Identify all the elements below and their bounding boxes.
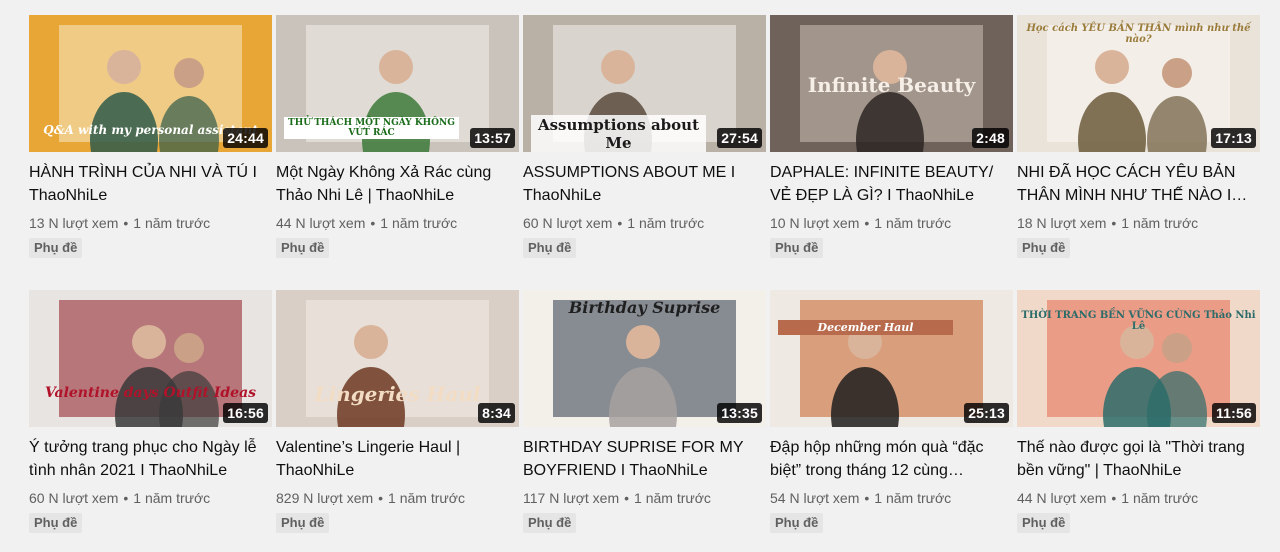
subtitles-badge: Phụ đề xyxy=(276,238,330,258)
video-card-2[interactable]: THỬ THÁCH MỘT NGÀY KHÔNG VỨT RÁC 13:57 M… xyxy=(276,15,519,258)
subtitles-badge: Phụ đề xyxy=(770,238,824,258)
upload-age: 1 năm trước xyxy=(133,490,211,506)
meta-separator: • xyxy=(864,215,870,231)
meta-separator: • xyxy=(1111,490,1117,506)
video-title[interactable]: Đập hộp những món quà “đặc biệt” trong t… xyxy=(770,436,1013,482)
video-meta: 829 N lượt xem • 1 năm trước xyxy=(276,489,519,507)
view-count: 13 N lượt xem xyxy=(29,215,119,231)
subtitles-badge: Phụ đề xyxy=(523,238,577,258)
video-thumbnail[interactable]: Q&A with my personal assistant 24:44 xyxy=(29,15,272,152)
meta-separator: • xyxy=(1111,215,1117,231)
view-count: 44 N lượt xem xyxy=(1017,490,1107,506)
upload-age: 1 năm trước xyxy=(388,490,465,506)
video-title[interactable]: DAPHALE: INFINITE BEAUTY/ VẺ ĐẸP LÀ GÌ? … xyxy=(770,161,1013,207)
meta-separator: • xyxy=(624,490,630,506)
video-title[interactable]: Ý tưởng trang phục cho Ngày lễ tình nhân… xyxy=(29,436,272,482)
subtitles-badge: Phụ đề xyxy=(276,513,330,533)
video-card-8[interactable]: Birthday Suprise 13:35 BIRTHDAY SUPRISE … xyxy=(523,290,766,533)
view-count: 18 N lượt xem xyxy=(1017,215,1107,231)
video-grid: Q&A with my personal assistant 24:44 HÀN… xyxy=(0,0,1280,552)
video-title[interactable]: Một Ngày Không Xả Rác cùng Thảo Nhi Lê |… xyxy=(276,161,519,207)
upload-age: 1 năm trước xyxy=(1121,490,1199,506)
video-meta: 44 N lượt xem • 1 năm trước xyxy=(276,214,519,232)
view-count: 117 N lượt xem xyxy=(523,490,620,506)
video-thumbnail[interactable]: THỬ THÁCH MỘT NGÀY KHÔNG VỨT RÁC 13:57 xyxy=(276,15,519,152)
view-count: 60 N lượt xem xyxy=(523,215,613,231)
video-meta: 117 N lượt xem • 1 năm trước xyxy=(523,489,766,507)
duration-badge: 17:13 xyxy=(1211,128,1256,148)
video-title[interactable]: Valentine’s Lingerie Haul | ThaoNhiLe xyxy=(276,436,519,482)
duration-badge: 8:34 xyxy=(478,403,515,423)
video-card-9[interactable]: December Haul 25:13 Đập hộp những món qu… xyxy=(770,290,1013,533)
video-card-7[interactable]: Lingeries Haul 8:34 Valentine’s Lingerie… xyxy=(276,290,519,533)
video-card-6[interactable]: Valentine days Outfit Ideas 16:56 Ý tưởn… xyxy=(29,290,272,533)
video-title[interactable]: Thế nào được gọi là "Thời trang bền vững… xyxy=(1017,436,1260,482)
video-thumbnail[interactable]: Valentine days Outfit Ideas 16:56 xyxy=(29,290,272,427)
video-thumbnail[interactable]: December Haul 25:13 xyxy=(770,290,1013,427)
video-meta: 18 N lượt xem • 1 năm trước xyxy=(1017,214,1260,232)
video-card-4[interactable]: Infinite Beauty 2:48 DAPHALE: INFINITE B… xyxy=(770,15,1013,258)
view-count: 54 N lượt xem xyxy=(770,490,860,506)
upload-age: 1 năm trước xyxy=(874,215,952,231)
video-thumbnail[interactable]: THỜI TRANG BỀN VỮNG CÙNG Thảo Nhi Lê 11:… xyxy=(1017,290,1260,427)
video-thumbnail[interactable]: Birthday Suprise 13:35 xyxy=(523,290,766,427)
duration-badge: 13:35 xyxy=(717,403,762,423)
meta-separator: • xyxy=(370,215,376,231)
subtitles-badge: Phụ đề xyxy=(29,513,83,533)
video-card-3[interactable]: Assumptions about Me 27:54 ASSUMPTIONS A… xyxy=(523,15,766,258)
video-title[interactable]: BIRTHDAY SUPRISE FOR MY BOYFRIEND I Thao… xyxy=(523,436,766,482)
upload-age: 1 năm trước xyxy=(1121,215,1199,231)
meta-separator: • xyxy=(617,215,623,231)
subtitles-badge: Phụ đề xyxy=(523,513,577,533)
video-thumbnail[interactable]: Infinite Beauty 2:48 xyxy=(770,15,1013,152)
video-meta: 44 N lượt xem • 1 năm trước xyxy=(1017,489,1260,507)
duration-badge: 27:54 xyxy=(717,128,762,148)
duration-badge: 16:56 xyxy=(223,403,268,423)
video-meta: 60 N lượt xem • 1 năm trước xyxy=(523,214,766,232)
meta-separator: • xyxy=(123,490,129,506)
upload-age: 1 năm trước xyxy=(634,490,711,506)
video-thumbnail[interactable]: Lingeries Haul 8:34 xyxy=(276,290,519,427)
video-title[interactable]: ASSUMPTIONS ABOUT ME I ThaoNhiLe xyxy=(523,161,766,207)
duration-badge: 24:44 xyxy=(223,128,268,148)
duration-badge: 2:48 xyxy=(972,128,1009,148)
meta-separator: • xyxy=(378,490,384,506)
view-count: 44 N lượt xem xyxy=(276,215,366,231)
upload-age: 1 năm trước xyxy=(627,215,705,231)
video-card-1[interactable]: Q&A with my personal assistant 24:44 HÀN… xyxy=(29,15,272,258)
view-count: 829 N lượt xem xyxy=(276,490,374,506)
subtitles-badge: Phụ đề xyxy=(1017,513,1071,533)
video-card-10[interactable]: THỜI TRANG BỀN VỮNG CÙNG Thảo Nhi Lê 11:… xyxy=(1017,290,1260,533)
video-card-5[interactable]: Học cách YÊU BẢN THÂN mình như thế nào? … xyxy=(1017,15,1260,258)
duration-badge: 13:57 xyxy=(470,128,515,148)
upload-age: 1 năm trước xyxy=(874,490,952,506)
video-thumbnail[interactable]: Học cách YÊU BẢN THÂN mình như thế nào? … xyxy=(1017,15,1260,152)
view-count: 10 N lượt xem xyxy=(770,215,860,231)
video-meta: 54 N lượt xem • 1 năm trước xyxy=(770,489,1013,507)
view-count: 60 N lượt xem xyxy=(29,490,119,506)
video-title[interactable]: HÀNH TRÌNH CỦA NHI VÀ TÚ I ThaoNhiLe xyxy=(29,161,272,207)
video-meta: 60 N lượt xem • 1 năm trước xyxy=(29,489,272,507)
subtitles-badge: Phụ đề xyxy=(1017,238,1071,258)
meta-separator: • xyxy=(864,490,870,506)
duration-badge: 25:13 xyxy=(964,403,1009,423)
video-title[interactable]: NHI ĐÃ HỌC CÁCH YÊU BẢN THÂN MÌNH NHƯ TH… xyxy=(1017,161,1260,207)
upload-age: 1 năm trước xyxy=(380,215,458,231)
subtitles-badge: Phụ đề xyxy=(770,513,824,533)
subtitles-badge: Phụ đề xyxy=(29,238,83,258)
video-meta: 13 N lượt xem • 1 năm trước xyxy=(29,214,272,232)
duration-badge: 11:56 xyxy=(1211,403,1256,423)
upload-age: 1 năm trước xyxy=(133,215,211,231)
video-meta: 10 N lượt xem • 1 năm trước xyxy=(770,214,1013,232)
meta-separator: • xyxy=(123,215,129,231)
video-thumbnail[interactable]: Assumptions about Me 27:54 xyxy=(523,15,766,152)
